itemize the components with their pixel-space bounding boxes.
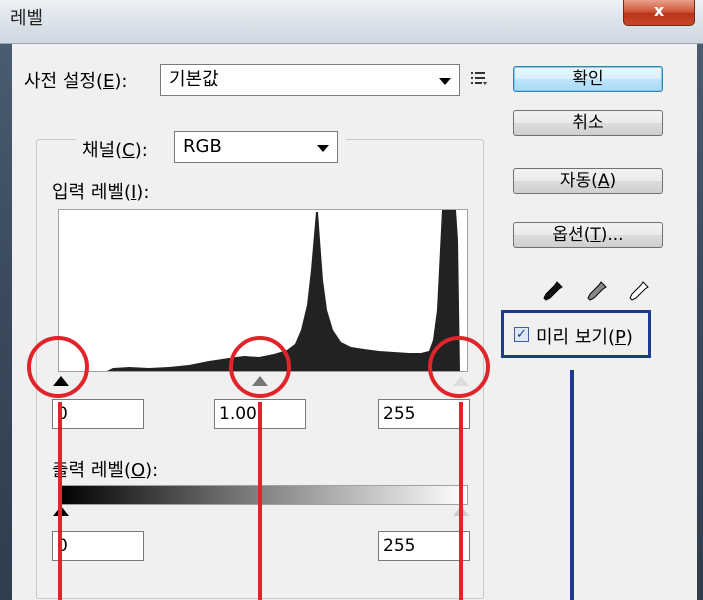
cancel-button[interactable]: 취소 (513, 110, 663, 136)
window-title: 레벨 (10, 8, 44, 29)
preset-label: 사전 설정(E): (24, 71, 128, 92)
channel-value: RGB (183, 136, 222, 157)
dialog-client: 사전 설정(E): 기본값 채널(C): RGB 입력 레벨(I): 0 1.0… (12, 44, 697, 600)
auto-button[interactable]: 자동(A) (513, 168, 663, 194)
annotation-line-gamma (258, 402, 262, 600)
black-eyedropper-icon[interactable] (542, 280, 564, 308)
preview-checkbox[interactable]: ✓ (514, 327, 529, 342)
options-button[interactable]: 옵션(T)... (513, 222, 663, 248)
preset-select[interactable]: 기본값 (160, 64, 460, 96)
annotation-line-white (459, 402, 463, 600)
input-levels-label: 입력 레벨(I): (52, 182, 150, 203)
gray-eyedropper-icon[interactable] (586, 280, 608, 308)
annotation-circle-gamma (229, 336, 291, 398)
preset-value: 기본값 (169, 69, 219, 90)
annotation-line-preview (570, 370, 574, 600)
channel-select[interactable]: RGB (174, 131, 338, 163)
chevron-down-icon (439, 78, 451, 85)
preview-highlight: ✓ 미리 보기(P) (501, 310, 651, 358)
annotation-circle-black (27, 336, 89, 398)
input-black-field[interactable]: 0 (52, 399, 144, 429)
output-gradient (58, 485, 468, 505)
white-eyedropper-icon[interactable] (628, 280, 650, 308)
list-menu-icon[interactable] (470, 69, 488, 91)
output-black-field[interactable]: 0 (52, 531, 144, 561)
input-white-field[interactable]: 255 (378, 399, 470, 429)
channel-label: 채널(C): (82, 140, 148, 161)
ok-button[interactable]: 확인 (513, 66, 663, 92)
title-bar: 레벨 (0, 0, 703, 44)
preview-label[interactable]: 미리 보기(P) (536, 323, 633, 349)
output-levels-label: 출력 레벨(O): (52, 460, 159, 481)
close-button[interactable]: x (623, 0, 695, 26)
output-white-field[interactable]: 255 (378, 531, 470, 561)
annotation-line-black (58, 402, 62, 600)
annotation-circle-white (428, 336, 490, 398)
chevron-down-icon (317, 145, 329, 152)
